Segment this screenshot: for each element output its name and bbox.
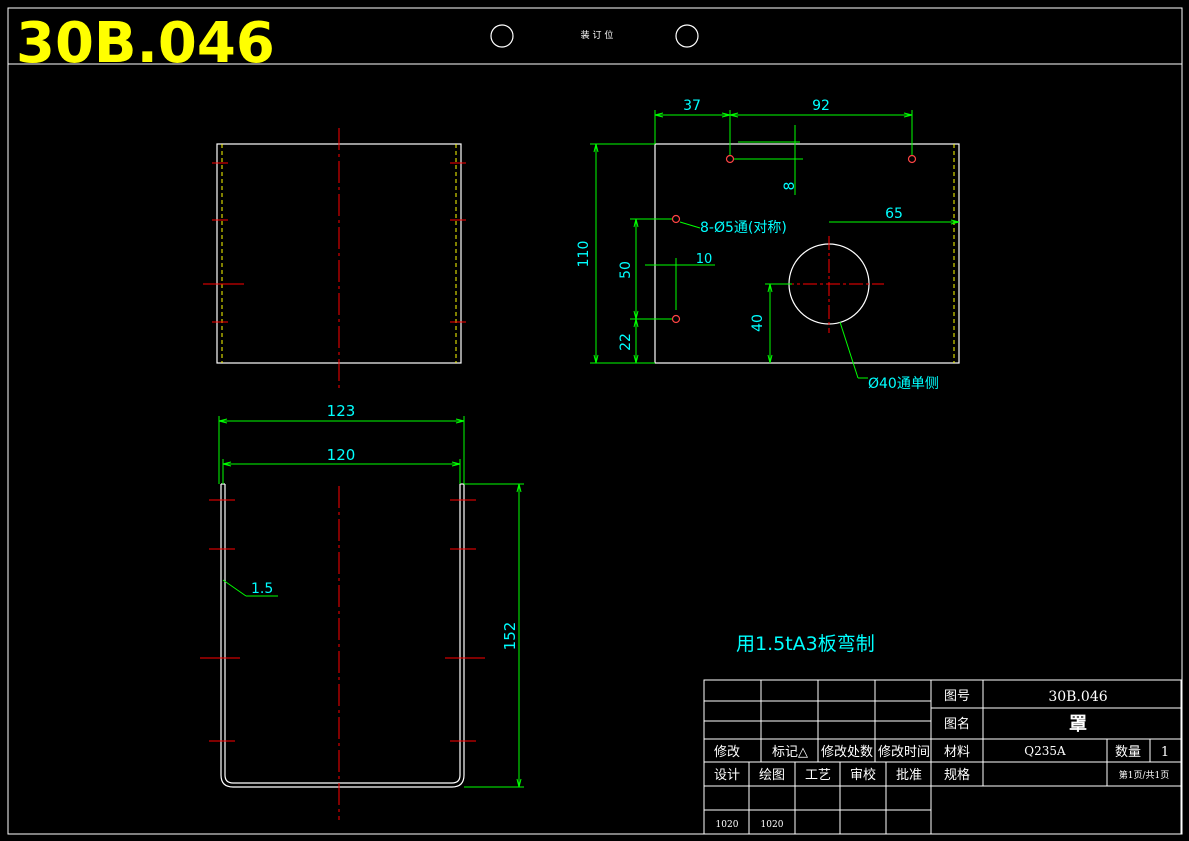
big-hole-note: Ø40通单侧 [868, 376, 939, 392]
side-view [203, 128, 466, 388]
dim-37: 37 [683, 98, 701, 114]
qty-label: 数量 [1115, 745, 1141, 760]
dim-65: 65 [885, 206, 903, 222]
drawing-no-label: 图号 [944, 689, 970, 704]
rev-header-2: 修改处数 [821, 745, 873, 760]
qty-value: 1 [1161, 745, 1169, 760]
spec-label: 规格 [944, 767, 970, 783]
bent-profile-view [200, 483, 485, 820]
title-block-text: 修改 标记△ 修改处数 修改时间 设计 绘图 工艺 审校 批准 1020 102… [714, 689, 1169, 830]
dim-22: 22 [618, 333, 634, 351]
page-info: 第1页/共1页 [1119, 769, 1170, 781]
rev-header-0: 修改 [714, 745, 740, 760]
rev-header-3: 修改时间 [878, 745, 930, 760]
dim-120: 120 [327, 446, 356, 464]
sign-value-1: 1020 [761, 820, 784, 830]
sign-header-2: 工艺 [805, 768, 831, 783]
profile-dim-text: 123 120 152 1.5 [251, 402, 519, 650]
profile-dimensions [218, 416, 524, 788]
dim-8: 8 [782, 182, 798, 191]
material-value: Q235A [1024, 744, 1066, 758]
front-view-dimensions [590, 110, 960, 379]
drawing-code-title: 30B.046 [16, 11, 275, 76]
dim-50: 50 [618, 261, 634, 279]
part-name: 罩 [1069, 714, 1087, 735]
dim-40: 40 [750, 314, 766, 332]
binding-label: 装 订 位 [581, 29, 614, 41]
sign-header-1: 绘图 [759, 768, 785, 783]
dim-92: 92 [812, 98, 830, 114]
sign-value-0: 1020 [716, 820, 739, 830]
material-note: 用1.5tA3板弯制 [736, 633, 875, 655]
drawing-sheet: 30B.046 装 订 位 37 92 8 65 110 50 10 22 40… [7, 7, 1183, 835]
rev-header-1: 标记△ [772, 745, 808, 760]
dim-10: 10 [696, 252, 713, 267]
sign-header-4: 批准 [896, 768, 922, 783]
dim-152: 152 [501, 622, 519, 651]
holes-note: 8-Ø5通(对称) [700, 220, 787, 236]
sign-header-3: 审校 [850, 767, 876, 783]
dim-123: 123 [327, 402, 356, 420]
binding-hole-left [490, 24, 514, 48]
material-label: 材料 [944, 745, 970, 760]
sign-header-0: 设计 [714, 768, 740, 783]
drawing-no: 30B.046 [1048, 689, 1107, 705]
sheet-border [7, 7, 1183, 835]
name-label: 图名 [944, 716, 970, 732]
binding-hole-right [675, 24, 699, 48]
dim-110: 110 [576, 241, 592, 268]
dim-1-5: 1.5 [251, 581, 273, 597]
